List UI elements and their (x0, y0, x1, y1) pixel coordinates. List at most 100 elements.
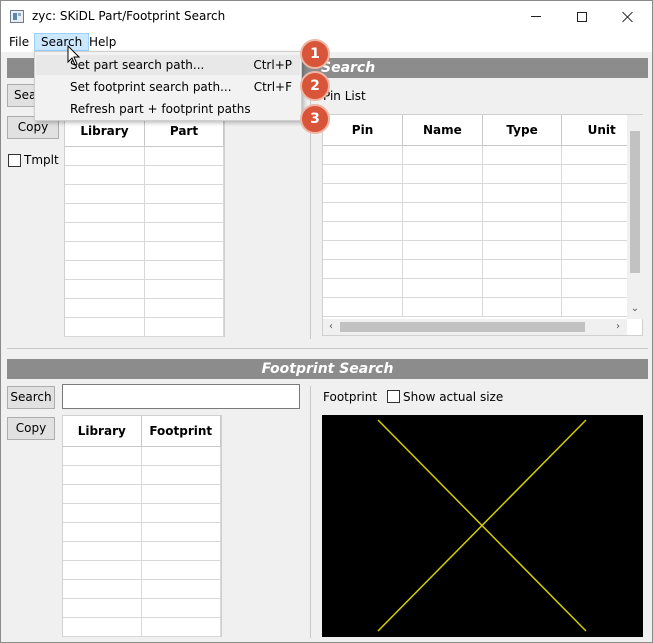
pin-table-row[interactable] (323, 240, 642, 260)
table-cell[interactable] (63, 579, 142, 599)
table-cell[interactable] (141, 484, 222, 504)
table-cell[interactable] (63, 541, 142, 561)
table-cell[interactable] (402, 202, 483, 222)
table-cell[interactable] (141, 617, 222, 637)
table-cell[interactable] (144, 184, 225, 204)
table-cell[interactable] (65, 184, 145, 204)
table-cell[interactable] (63, 560, 142, 580)
pin-table[interactable]: Pin Name Type Unit (322, 114, 643, 336)
table-cell[interactable] (402, 278, 483, 298)
footprint-col-footprint[interactable]: Footprint (141, 416, 222, 447)
table-cell[interactable] (402, 145, 483, 165)
pin-table-hscroll-thumb[interactable] (340, 322, 585, 332)
footprint-table-row[interactable] (63, 598, 222, 618)
table-cell[interactable] (65, 298, 145, 318)
table-cell[interactable] (141, 446, 222, 466)
table-cell[interactable] (402, 221, 483, 241)
table-cell[interactable] (323, 164, 404, 184)
table-cell[interactable] (482, 183, 563, 203)
table-cell[interactable] (65, 241, 145, 261)
pin-table-row[interactable] (323, 183, 642, 203)
part-table-row[interactable] (65, 260, 225, 280)
maximize-button[interactable] (559, 1, 605, 32)
table-cell[interactable] (65, 279, 145, 299)
footprint-search-input[interactable] (62, 384, 300, 409)
table-cell[interactable] (65, 222, 145, 242)
minimize-button[interactable] (513, 1, 559, 32)
show-actual-size-checkbox[interactable] (387, 390, 400, 403)
table-cell[interactable] (402, 259, 483, 279)
scroll-down-arrow-icon[interactable]: ⌄ (629, 303, 641, 315)
part-table-row[interactable] (65, 298, 225, 318)
table-cell[interactable] (323, 278, 404, 298)
table-cell[interactable] (63, 598, 142, 618)
part-table-row[interactable] (65, 146, 225, 166)
table-cell[interactable] (144, 260, 225, 280)
table-cell[interactable] (402, 240, 483, 260)
table-cell[interactable] (141, 541, 222, 561)
table-cell[interactable] (482, 278, 563, 298)
footprint-table[interactable]: Library Footprint (62, 415, 222, 637)
pin-table-vscrollbar[interactable]: ⌄ (627, 115, 643, 319)
menu-help[interactable]: Help (83, 33, 122, 51)
scroll-right-arrow-icon[interactable]: › (612, 321, 624, 333)
table-cell[interactable] (141, 579, 222, 599)
pin-col-type[interactable]: Type (482, 115, 563, 146)
table-cell[interactable] (482, 240, 563, 260)
table-cell[interactable] (323, 297, 404, 317)
table-cell[interactable] (63, 522, 142, 542)
part-search-button[interactable]: Sear (7, 84, 35, 107)
table-cell[interactable] (144, 222, 225, 242)
footprint-table-row[interactable] (63, 465, 222, 485)
footprint-table-row[interactable] (63, 446, 222, 466)
table-cell[interactable] (482, 145, 563, 165)
template-checkbox[interactable] (8, 154, 21, 167)
footprint-col-library[interactable]: Library (63, 416, 142, 447)
table-cell[interactable] (65, 260, 145, 280)
table-cell[interactable] (144, 279, 225, 299)
table-cell[interactable] (63, 465, 142, 485)
pin-col-name[interactable]: Name (402, 115, 483, 146)
table-cell[interactable] (141, 503, 222, 523)
table-cell[interactable] (144, 298, 225, 318)
menu-item-set-footprint-path[interactable]: Set footprint search path... Ctrl+F (36, 77, 300, 97)
table-cell[interactable] (141, 598, 222, 618)
table-cell[interactable] (144, 241, 225, 261)
table-cell[interactable] (482, 164, 563, 184)
pin-table-row[interactable] (323, 145, 642, 165)
footprint-copy-button[interactable]: Copy (7, 417, 55, 440)
pin-table-row[interactable] (323, 259, 642, 279)
pin-table-vscroll-thumb[interactable] (630, 131, 640, 273)
pin-table-row[interactable] (323, 202, 642, 222)
table-cell[interactable] (144, 165, 225, 185)
pin-table-row[interactable] (323, 278, 642, 298)
scroll-left-arrow-icon[interactable]: ‹ (325, 321, 337, 333)
footprint-table-row[interactable] (63, 541, 222, 561)
pin-table-row[interactable] (323, 297, 642, 317)
table-cell[interactable] (65, 203, 145, 223)
table-cell[interactable] (323, 240, 404, 260)
table-cell[interactable] (65, 165, 145, 185)
table-cell[interactable] (323, 221, 404, 241)
table-cell[interactable] (323, 145, 404, 165)
part-table-row[interactable] (65, 165, 225, 185)
main-splitter[interactable] (7, 348, 648, 349)
table-cell[interactable] (323, 183, 404, 203)
table-cell[interactable] (482, 297, 563, 317)
table-cell[interactable] (65, 146, 145, 166)
table-cell[interactable] (323, 202, 404, 222)
table-cell[interactable] (141, 465, 222, 485)
footprint-table-row[interactable] (63, 484, 222, 504)
table-cell[interactable] (402, 297, 483, 317)
footprint-table-row[interactable] (63, 579, 222, 599)
footprint-table-row[interactable] (63, 560, 222, 580)
table-cell[interactable] (482, 259, 563, 279)
footprint-table-row[interactable] (63, 522, 222, 542)
table-cell[interactable] (141, 560, 222, 580)
part-table-row[interactable] (65, 222, 225, 242)
menu-file[interactable]: File (3, 33, 35, 51)
part-table-row[interactable] (65, 184, 225, 204)
table-cell[interactable] (323, 259, 404, 279)
table-cell[interactable] (144, 146, 225, 166)
table-cell[interactable] (63, 484, 142, 504)
